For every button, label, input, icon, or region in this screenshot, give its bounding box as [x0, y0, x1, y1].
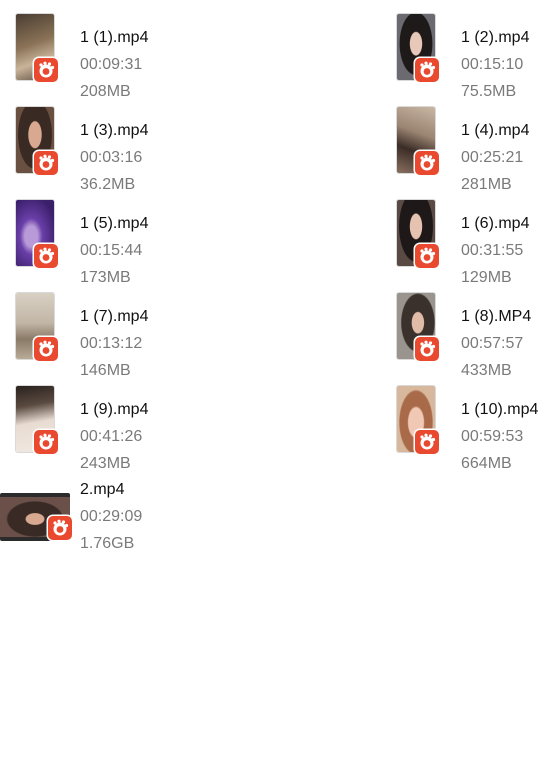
file-item[interactable]: 1 (6).mp4 00:31:55 129MB [381, 200, 551, 286]
file-name: 2.mp4 [80, 481, 125, 498]
file-name: 1 (5).mp4 [80, 215, 149, 232]
file-size: 146MB [80, 362, 131, 379]
file-duration: 00:59:53 [461, 428, 524, 445]
file-size: 1.76GB [80, 535, 135, 552]
file-name: 1 (2).mp4 [461, 29, 530, 46]
file-name: 1 (6).mp4 [461, 215, 530, 232]
video-player-app-icon [415, 337, 439, 361]
file-size: 433MB [461, 362, 512, 379]
video-player-app-icon [415, 151, 439, 175]
file-item[interactable]: 1 (5).mp4 00:15:44 173MB [0, 200, 170, 286]
file-item[interactable]: 1 (10).mp4 00:59:53 664MB [381, 386, 551, 472]
video-player-app-icon [415, 430, 439, 454]
video-player-app-icon [415, 244, 439, 268]
video-player-app-icon [34, 151, 58, 175]
file-item[interactable]: 1 (3).mp4 00:03:16 36.2MB [0, 107, 170, 193]
file-duration: 00:29:09 [80, 508, 143, 525]
file-duration: 00:31:55 [461, 242, 524, 259]
file-duration: 00:13:12 [80, 335, 143, 352]
file-size: 281MB [461, 176, 512, 193]
file-item[interactable]: 1 (2).mp4 00:15:10 75.5MB [381, 14, 551, 100]
file-item[interactable]: 1 (9).mp4 00:41:26 243MB [0, 386, 170, 472]
video-player-app-icon [34, 430, 58, 454]
file-duration: 00:15:44 [80, 242, 143, 259]
file-name: 1 (9).mp4 [80, 401, 149, 418]
file-duration: 00:57:57 [461, 335, 524, 352]
file-duration: 00:41:26 [80, 428, 143, 445]
file-name: 1 (8).MP4 [461, 308, 532, 325]
file-duration: 00:03:16 [80, 149, 143, 166]
file-name: 1 (10).mp4 [461, 401, 539, 418]
file-name: 1 (3).mp4 [80, 122, 149, 139]
video-player-app-icon [34, 244, 58, 268]
file-duration: 00:09:31 [80, 56, 143, 73]
file-size: 129MB [461, 269, 512, 286]
file-item[interactable]: 1 (4).mp4 00:25:21 281MB [381, 107, 551, 193]
file-name: 1 (7).mp4 [80, 308, 149, 325]
file-duration: 00:15:10 [461, 56, 524, 73]
file-item[interactable]: 1 (8).MP4 00:57:57 433MB [381, 293, 551, 379]
file-size: 664MB [461, 455, 512, 472]
video-player-app-icon [34, 337, 58, 361]
file-name: 1 (1).mp4 [80, 29, 149, 46]
file-duration: 00:25:21 [461, 149, 524, 166]
file-size: 208MB [80, 83, 131, 100]
file-size: 75.5MB [461, 83, 517, 100]
file-size: 36.2MB [80, 176, 136, 193]
video-player-app-icon [48, 516, 72, 540]
video-player-app-icon [34, 58, 58, 82]
file-name: 1 (4).mp4 [461, 122, 530, 139]
file-item[interactable]: 1 (7).mp4 00:13:12 146MB [0, 293, 170, 379]
file-item[interactable]: 2.mp4 00:29:09 1.76GB [0, 465, 170, 552]
video-player-app-icon [415, 58, 439, 82]
file-size: 173MB [80, 269, 131, 286]
file-item[interactable]: 1 (1).mp4 00:09:31 208MB [0, 14, 170, 100]
